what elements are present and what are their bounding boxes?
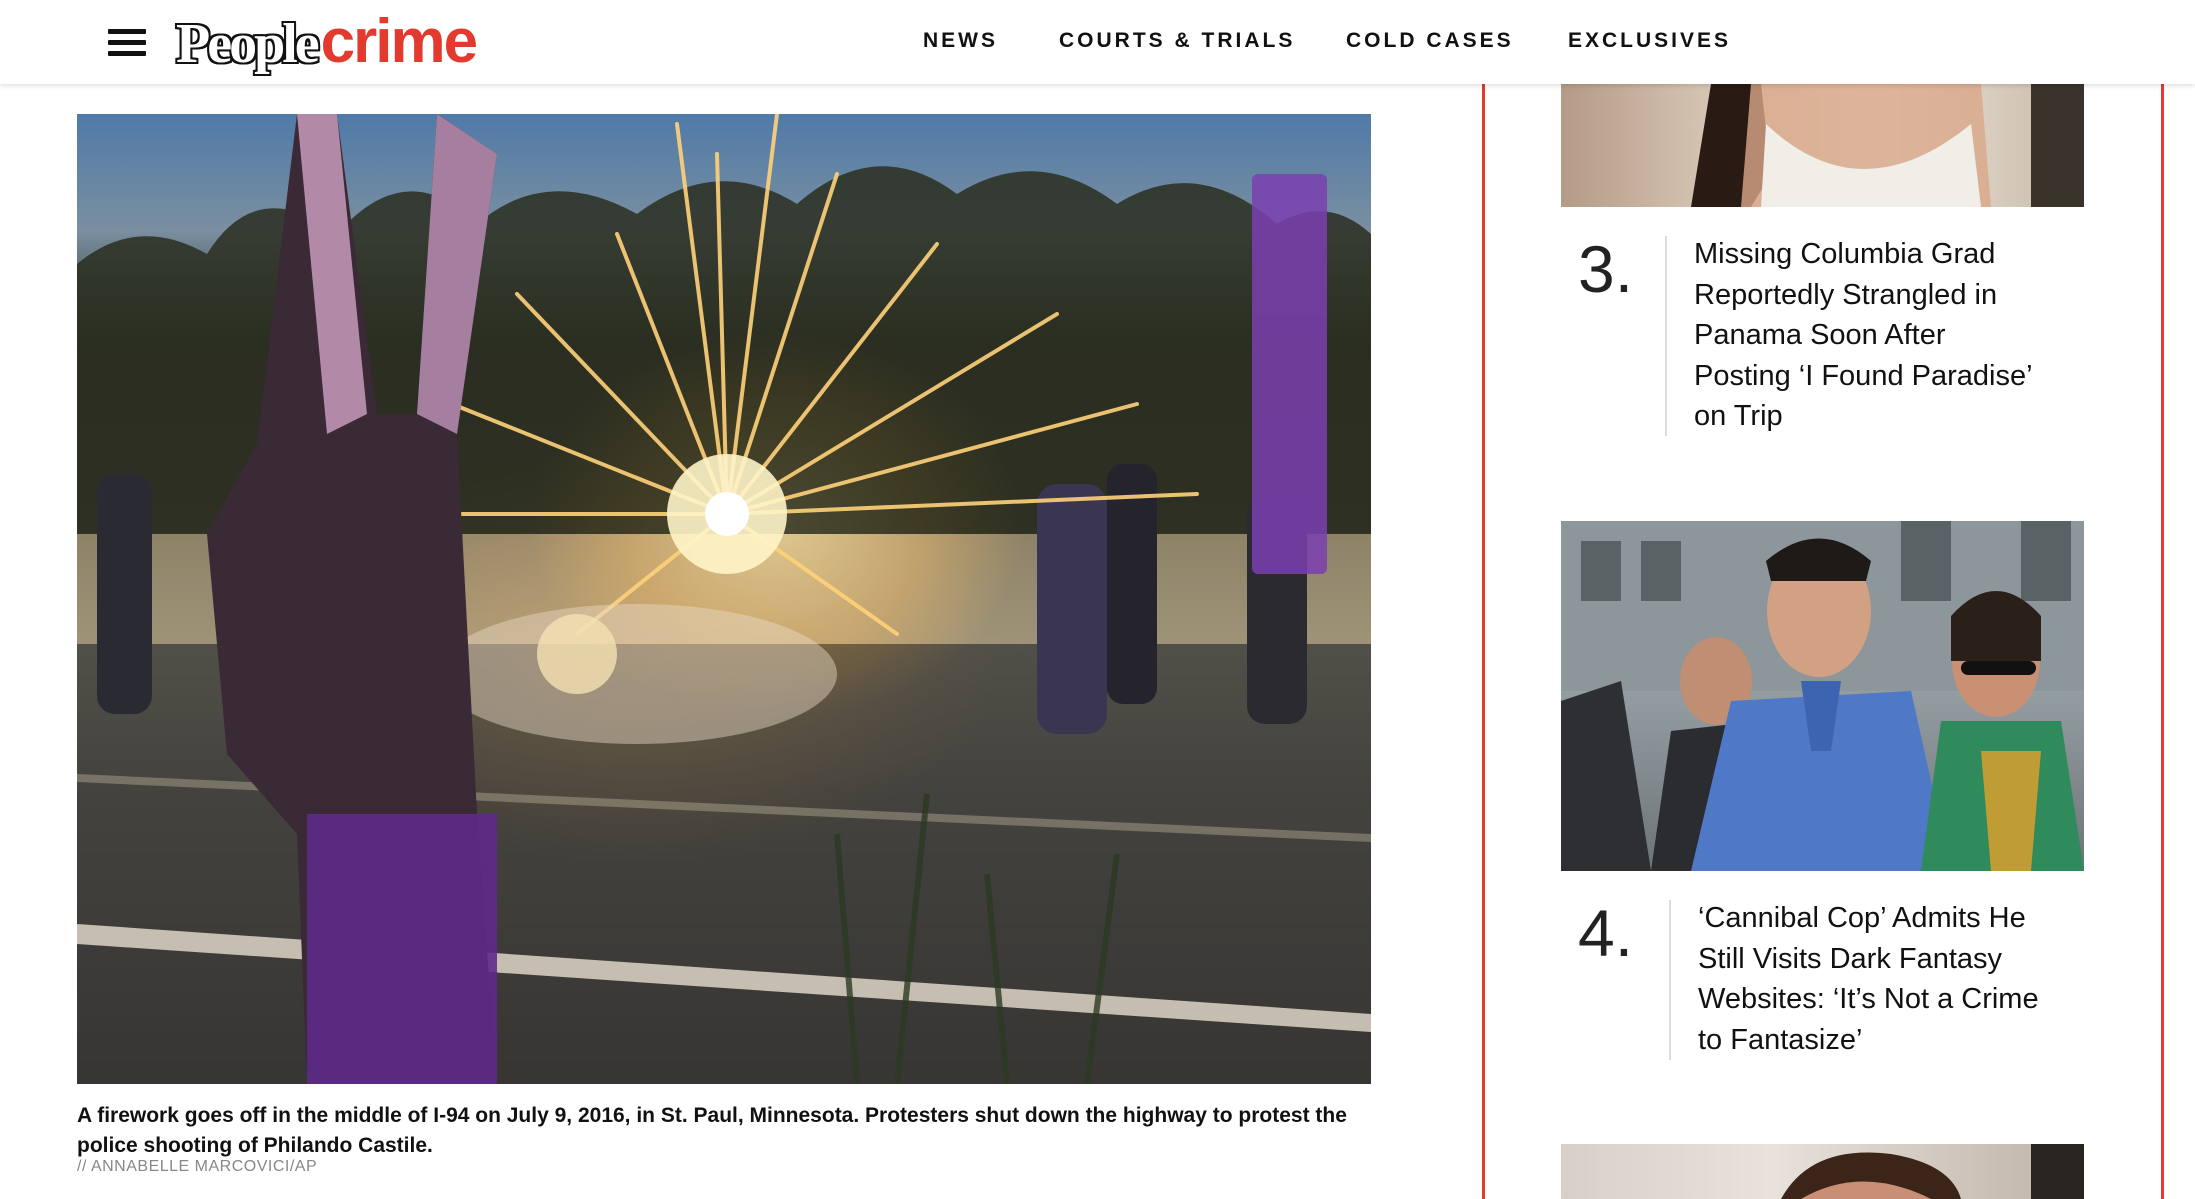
story-number: 4. <box>1578 896 1634 970</box>
story-number: 3. <box>1578 232 1634 306</box>
story-divider <box>1665 236 1667 436</box>
story-title-line: Reportedly Strangled in <box>1694 278 1998 311</box>
image-caption: A firework goes off in the middle of I-9… <box>77 1104 1347 1157</box>
logo-crime: crime <box>320 7 478 76</box>
nav-exclusives[interactable]: EXCLUSIVES <box>1568 29 1731 53</box>
nav-news[interactable]: NEWS <box>923 29 998 53</box>
nav-cold-cases[interactable]: COLD CASES <box>1346 29 1514 53</box>
story-divider <box>1669 900 1671 1060</box>
story-title-line: Still Visits Dark Fantasy <box>1698 942 2003 975</box>
story-thumbnail-artwork <box>1781 1144 2084 1199</box>
story-title-line: Posting ‘I Found Paradise’ <box>1694 359 2033 392</box>
hero-photo-artwork <box>77 114 1371 1084</box>
story-title-link[interactable]: Missing Columbia Grad Reportedly Strangl… <box>1694 234 2033 437</box>
story-thumbnail-artwork <box>1561 521 2084 871</box>
sidebar-right-rule <box>2161 84 2164 1199</box>
story-title-line: ‘Cannibal Cop’ Admits He <box>1698 902 2026 934</box>
story-title-line: Missing Columbia Grad <box>1694 238 1996 270</box>
article-hero-image: P <box>77 114 1371 1084</box>
photo-credit: // ANNABELLE MARCOVICI/AP <box>77 1158 318 1175</box>
sidebar-left-rule <box>1482 84 1485 1199</box>
story-thumbnail-artwork <box>1691 84 2084 207</box>
logo-people: People <box>176 13 320 75</box>
story-title-line: on Trip <box>1694 400 1783 432</box>
site-header: Peoplecrime NEWS COURTS & TRIALS COLD CA… <box>0 0 2195 84</box>
story-thumbnail[interactable] <box>1561 84 2084 207</box>
menu-icon[interactable] <box>108 29 146 57</box>
story-title-line: Websites: ‘It’s Not a Crime <box>1698 983 2039 1015</box>
nav-courts-trials[interactable]: COURTS & TRIALS <box>1059 29 1295 53</box>
story-thumbnail[interactable] <box>1561 521 2084 871</box>
story-title-link[interactable]: ‘Cannibal Cop’ Admits He Still Visits Da… <box>1698 898 2039 1060</box>
story-title-line: Panama Soon After <box>1694 319 1946 351</box>
story-title-line: to Fantasize’ <box>1698 1023 1863 1056</box>
story-thumbnail[interactable] <box>1561 1144 2084 1199</box>
logo[interactable]: Peoplecrime <box>176 6 478 76</box>
